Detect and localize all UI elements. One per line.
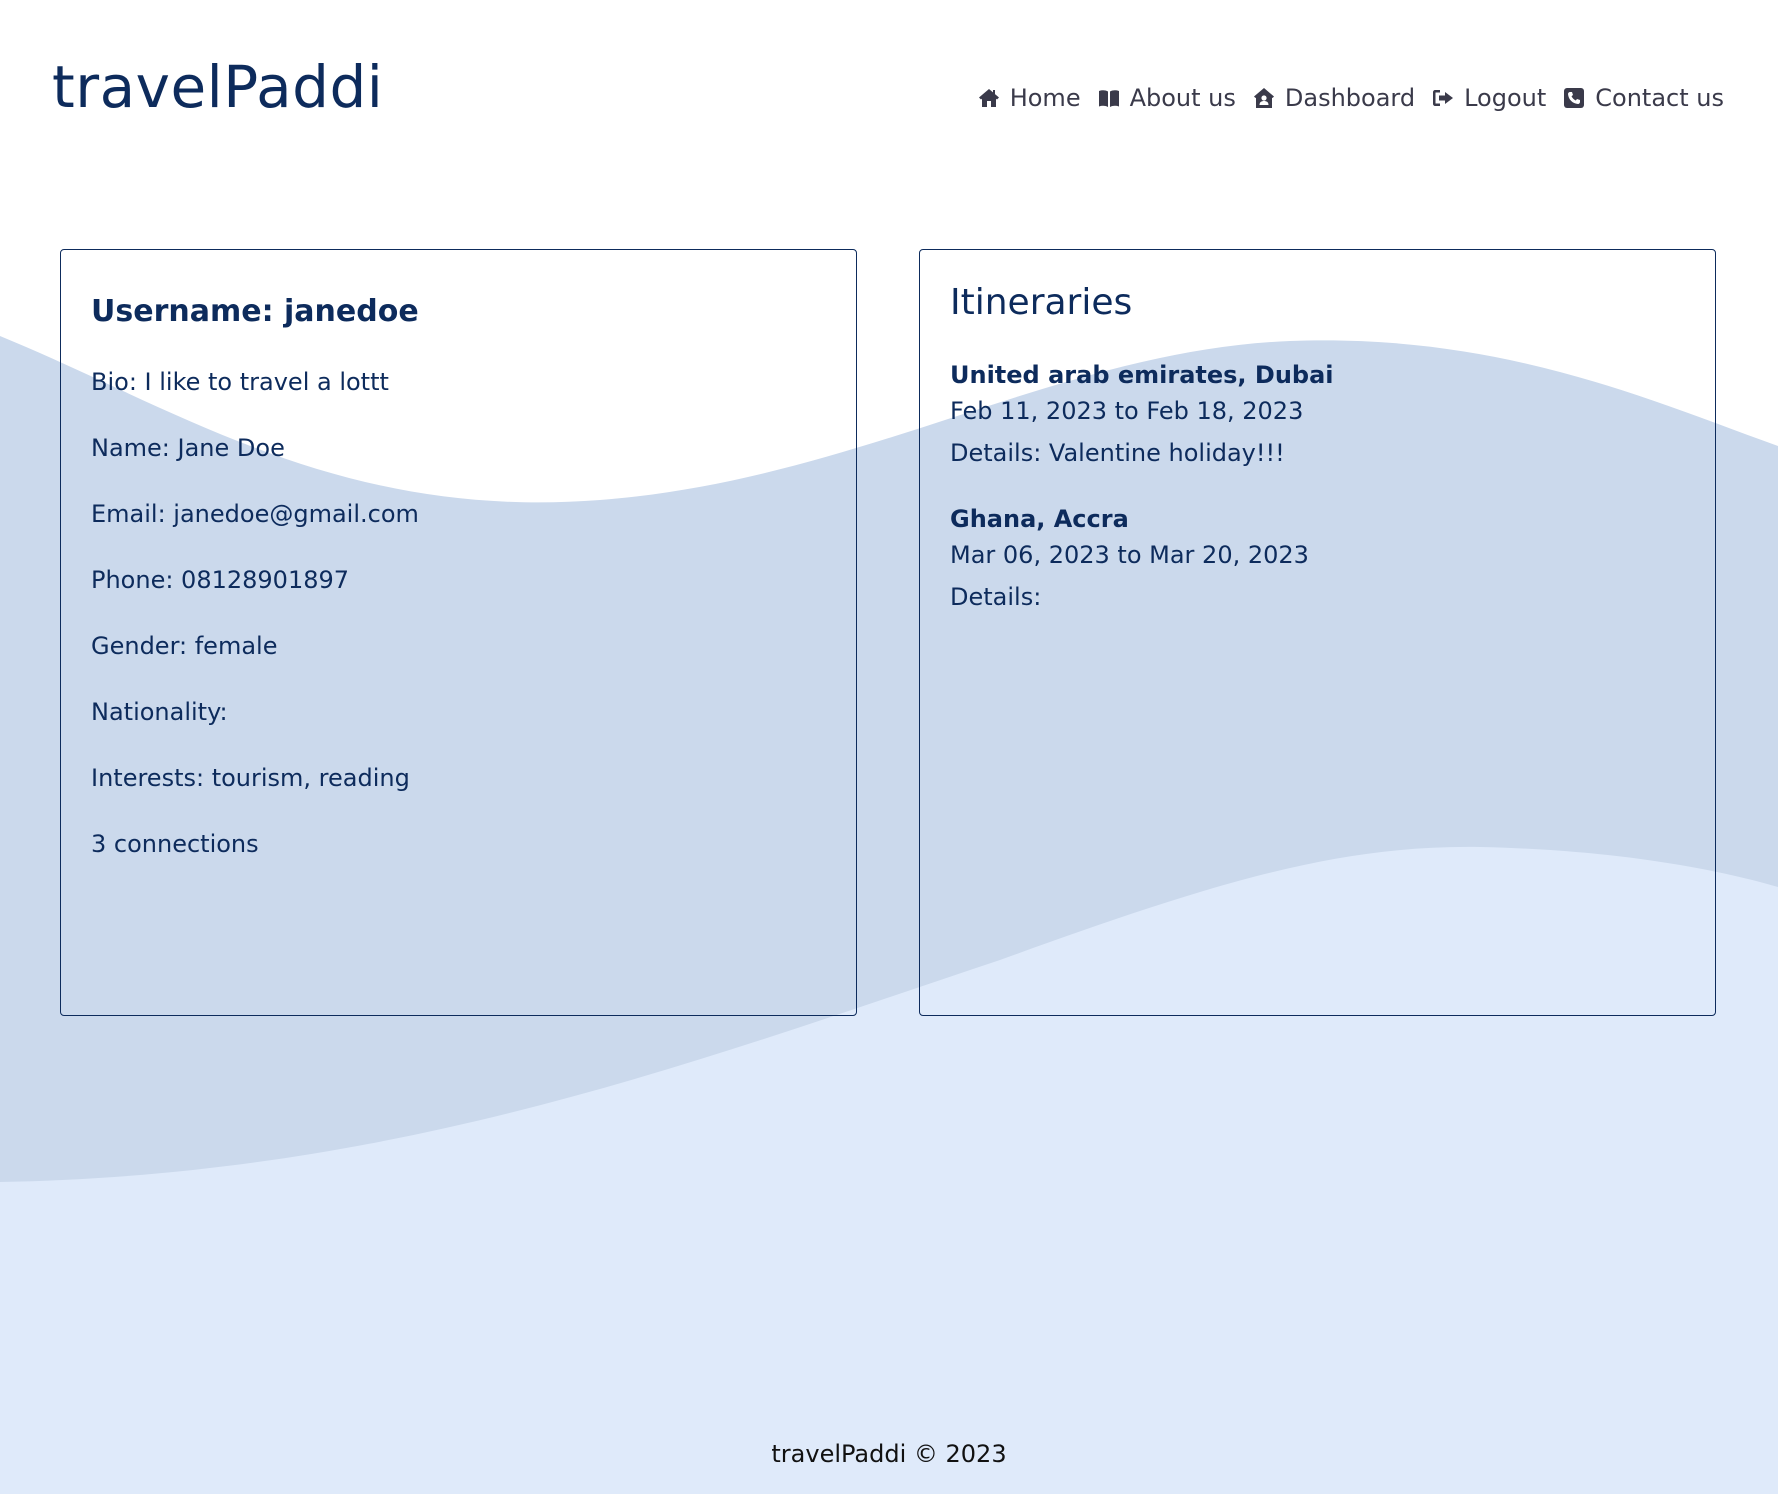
profile-interests: Interests: tourism, reading <box>91 764 410 792</box>
nav-item-logout-label: Logout <box>1464 84 1547 112</box>
house-user-icon <box>1252 86 1276 110</box>
profile-card: Username: janedoe Bio: I like to travel … <box>60 249 857 1016</box>
itinerary-place: Ghana, Accra <box>950 505 1129 533</box>
profile-name: Name: Jane Doe <box>91 434 285 462</box>
site-footer: travelPaddi © 2023 <box>771 1440 1007 1468</box>
itineraries-card: Itineraries United arab emirates, Dubai … <box>919 249 1716 1016</box>
nav-item-contact-label: Contact us <box>1595 84 1724 112</box>
nav-item-about[interactable]: About us <box>1097 84 1236 112</box>
profile-connections[interactable]: 3 connections <box>91 830 259 858</box>
itinerary-details: Details: <box>950 583 1042 611</box>
main-nav: Home About us Dashboard Logout Contact u… <box>977 84 1724 112</box>
nav-item-about-label: About us <box>1129 84 1236 112</box>
itinerary-item: Ghana, Accra Mar 06, 2023 to Mar 20, 202… <box>950 504 1309 612</box>
book-icon <box>1097 86 1121 110</box>
profile-bio: Bio: I like to travel a lottt <box>91 368 389 396</box>
profile-email: Email: janedoe@gmail.com <box>91 500 419 528</box>
nav-item-logout[interactable]: Logout <box>1431 84 1546 112</box>
profile-username: Username: janedoe <box>91 294 419 329</box>
nav-item-home[interactable]: Home <box>977 84 1081 112</box>
itinerary-dates: Feb 11, 2023 to Feb 18, 2023 <box>950 397 1304 425</box>
logout-icon <box>1431 86 1455 110</box>
phone-icon <box>1562 86 1586 110</box>
profile-gender: Gender: female <box>91 632 278 660</box>
brand-logo[interactable]: travelPaddi <box>52 58 383 116</box>
nav-item-home-label: Home <box>1009 84 1081 112</box>
itinerary-place: United arab emirates, Dubai <box>950 361 1334 389</box>
nav-item-dashboard-label: Dashboard <box>1284 84 1416 112</box>
profile-phone: Phone: 08128901897 <box>91 566 350 594</box>
itinerary-dates: Mar 06, 2023 to Mar 20, 2023 <box>950 541 1309 569</box>
home-icon <box>977 86 1001 110</box>
itinerary-item: United arab emirates, Dubai Feb 11, 2023… <box>950 360 1334 468</box>
site-header: travelPaddi Home About us Dashboard Logo… <box>0 0 1778 180</box>
nav-item-dashboard[interactable]: Dashboard <box>1252 84 1415 112</box>
profile-nationality: Nationality: <box>91 698 228 726</box>
itinerary-details: Details: Valentine holiday!!! <box>950 439 1285 467</box>
nav-item-contact[interactable]: Contact us <box>1562 84 1724 112</box>
itineraries-title: Itineraries <box>950 282 1133 323</box>
